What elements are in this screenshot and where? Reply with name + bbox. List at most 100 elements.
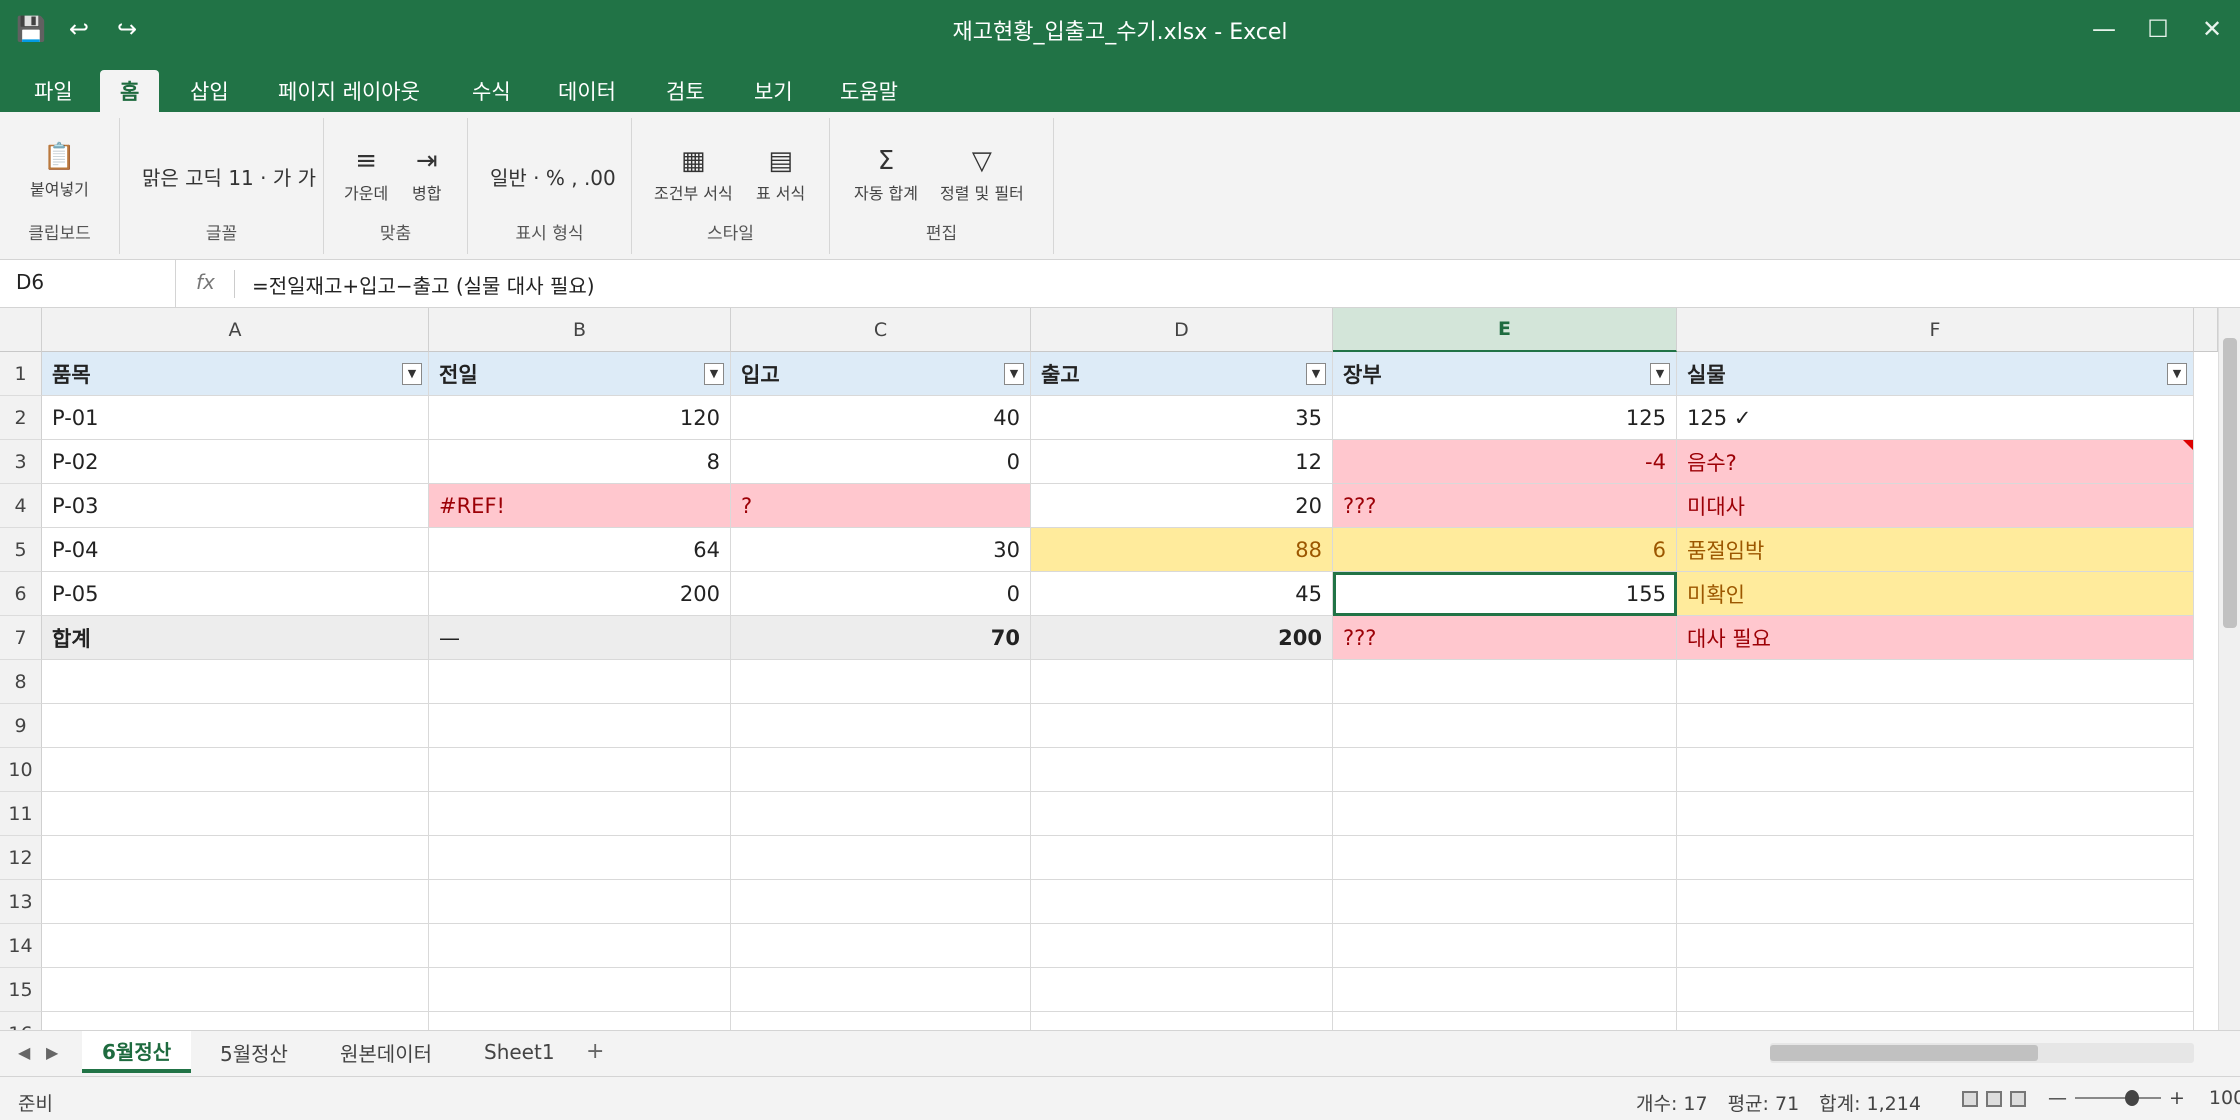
row-header-1[interactable]: 1 (0, 352, 42, 396)
cell-b3[interactable]: 8 (429, 440, 731, 484)
zoom-in-icon[interactable]: + (2169, 1087, 2185, 1109)
column-header-d[interactable]: D (1031, 308, 1333, 352)
cell-c4[interactable]: ? (731, 484, 1031, 528)
cell-c5[interactable]: 30 (731, 528, 1031, 572)
cell-c7-total[interactable]: 70 (731, 616, 1031, 660)
cell-d2[interactable]: 35 (1031, 396, 1333, 440)
cell-d6[interactable]: 45 (1031, 572, 1333, 616)
row-header-15[interactable]: 15 (0, 968, 42, 1012)
normal-view-icon[interactable] (1962, 1091, 1978, 1107)
close-icon[interactable]: ✕ (2198, 12, 2226, 46)
cell-b6[interactable]: 200 (429, 572, 731, 616)
cell-b2[interactable]: 120 (429, 396, 731, 440)
cell-e7-total[interactable]: ??? (1333, 616, 1677, 660)
column-header-f[interactable]: F (1677, 308, 2194, 352)
row-header-3[interactable]: 3 (0, 440, 42, 484)
zoom-slider[interactable] (2075, 1090, 2161, 1106)
row-header-2[interactable]: 2 (0, 396, 42, 440)
page-layout-view-icon[interactable] (1986, 1091, 2002, 1107)
cell-d7-total[interactable]: 200 (1031, 616, 1333, 660)
cell-d3[interactable]: 12 (1031, 440, 1333, 484)
cell-f2[interactable]: 125 ✓ (1677, 396, 2194, 440)
cell-e2[interactable]: 125 (1333, 396, 1677, 440)
format-as-table-button[interactable]: ▤ 표 서식 (756, 146, 805, 204)
row-header-9[interactable]: 9 (0, 704, 42, 748)
sort-filter-button[interactable]: ▽ 정렬 및 필터 (940, 146, 1024, 204)
cell-a7-total[interactable]: 합계 (42, 616, 429, 660)
cell-e3[interactable]: -4 (1333, 440, 1677, 484)
header-cell-previous[interactable]: 전일 ▼ (429, 352, 731, 396)
row-header-14[interactable]: 14 (0, 924, 42, 968)
column-header-c[interactable]: C (731, 308, 1031, 352)
zoom-out-icon[interactable]: — (2048, 1087, 2067, 1109)
row-header-4[interactable]: 4 (0, 484, 42, 528)
cell-f4[interactable]: 미대사 (1677, 484, 2194, 528)
filter-dropdown-icon[interactable]: ▼ (704, 362, 724, 385)
add-sheet-icon[interactable]: + (586, 1039, 604, 1064)
cell-e5[interactable]: 6 (1333, 528, 1677, 572)
cell-e6-active[interactable]: 155 (1333, 572, 1677, 616)
horizontal-scroll-thumb[interactable] (1770, 1045, 2038, 1061)
formula-input[interactable]: =전일재고+입고−출고 (실물 대사 필요) (252, 270, 595, 299)
cell-e4[interactable]: ??? (1333, 484, 1677, 528)
zoom-slider-knob[interactable] (2125, 1090, 2139, 1106)
column-header-a[interactable]: A (42, 308, 429, 352)
prev-sheet-icon[interactable]: ◀ (18, 1043, 30, 1062)
page-break-view-icon[interactable] (2010, 1091, 2026, 1107)
cell-a4[interactable]: P-03 (42, 484, 429, 528)
header-cell-item[interactable]: 품목 ▼ (42, 352, 429, 396)
vertical-scroll-thumb[interactable] (2223, 338, 2237, 628)
vertical-scrollbar[interactable] (2218, 308, 2240, 1030)
row-header-6[interactable]: 6 (0, 572, 42, 616)
cell-f3[interactable]: 음수? (1677, 440, 2194, 484)
row-header-7[interactable]: 7 (0, 616, 42, 660)
filter-dropdown-icon[interactable]: ▼ (2167, 362, 2187, 385)
row-header-13[interactable]: 13 (0, 880, 42, 924)
tab-review[interactable]: 검토 (646, 70, 725, 112)
column-header-e[interactable]: E (1333, 308, 1677, 352)
align-center-button[interactable]: ≡ 가운데 (344, 146, 388, 204)
tab-formulas[interactable]: 수식 (452, 70, 531, 112)
row-header-11[interactable]: 11 (0, 792, 42, 836)
number-format-selector[interactable]: 일반 · % , .00 (490, 162, 616, 191)
cell-a5[interactable]: P-04 (42, 528, 429, 572)
cell-c3[interactable]: 0 (731, 440, 1031, 484)
sheet-tab-may[interactable]: 5월정산 (200, 1031, 308, 1073)
cell-d5[interactable]: 88 (1031, 528, 1333, 572)
horizontal-scrollbar[interactable] (1770, 1043, 2194, 1063)
header-cell-inbound[interactable]: 입고 ▼ (731, 352, 1031, 396)
filter-dropdown-icon[interactable]: ▼ (402, 362, 422, 385)
autosum-button[interactable]: Σ 자동 합계 (854, 146, 918, 204)
row-header-8[interactable]: 8 (0, 660, 42, 704)
merge-button[interactable]: ⇥ 병합 (412, 146, 441, 204)
tab-data[interactable]: 데이터 (538, 70, 636, 112)
cell-a2[interactable]: P-01 (42, 396, 429, 440)
maximize-icon[interactable]: ☐ (2144, 12, 2172, 46)
tab-help[interactable]: 도움말 (820, 70, 918, 112)
cell-d4[interactable]: 20 (1031, 484, 1333, 528)
cell-f5[interactable]: 품절임박 (1677, 528, 2194, 572)
tab-file[interactable]: 파일 (14, 70, 93, 112)
row-header-12[interactable]: 12 (0, 836, 42, 880)
comment-indicator-icon[interactable] (2183, 440, 2193, 450)
conditional-format-button[interactable]: ▦ 조건부 서식 (654, 146, 733, 204)
header-cell-physical[interactable]: 실물 ▼ (1677, 352, 2194, 396)
sheet-tab-sheet1[interactable]: Sheet1 (464, 1031, 575, 1073)
cell-f7-total[interactable]: 대사 필요 (1677, 616, 2194, 660)
cell-f6[interactable]: 미확인 (1677, 572, 2194, 616)
filter-dropdown-icon[interactable]: ▼ (1650, 362, 1670, 385)
paste-button[interactable]: 📋 붙여넣기 (30, 142, 89, 200)
header-cell-outbound[interactable]: 출고 ▼ (1031, 352, 1333, 396)
cell-b4[interactable]: #REF! (429, 484, 731, 528)
tab-view[interactable]: 보기 (734, 70, 813, 112)
name-box[interactable]: D6 (0, 260, 176, 308)
column-header-b[interactable]: B (429, 308, 731, 352)
font-selector[interactable]: 맑은 고딕 11 · 가 가 (142, 162, 316, 191)
next-sheet-icon[interactable]: ▶ (46, 1043, 58, 1062)
minimize-icon[interactable]: — (2090, 12, 2118, 46)
header-cell-ledger[interactable]: 장부 ▼ (1333, 352, 1677, 396)
row-header-5[interactable]: 5 (0, 528, 42, 572)
cell-a6[interactable]: P-05 (42, 572, 429, 616)
cell-a3[interactable]: P-02 (42, 440, 429, 484)
sheet-tab-source[interactable]: 원본데이터 (320, 1031, 452, 1073)
